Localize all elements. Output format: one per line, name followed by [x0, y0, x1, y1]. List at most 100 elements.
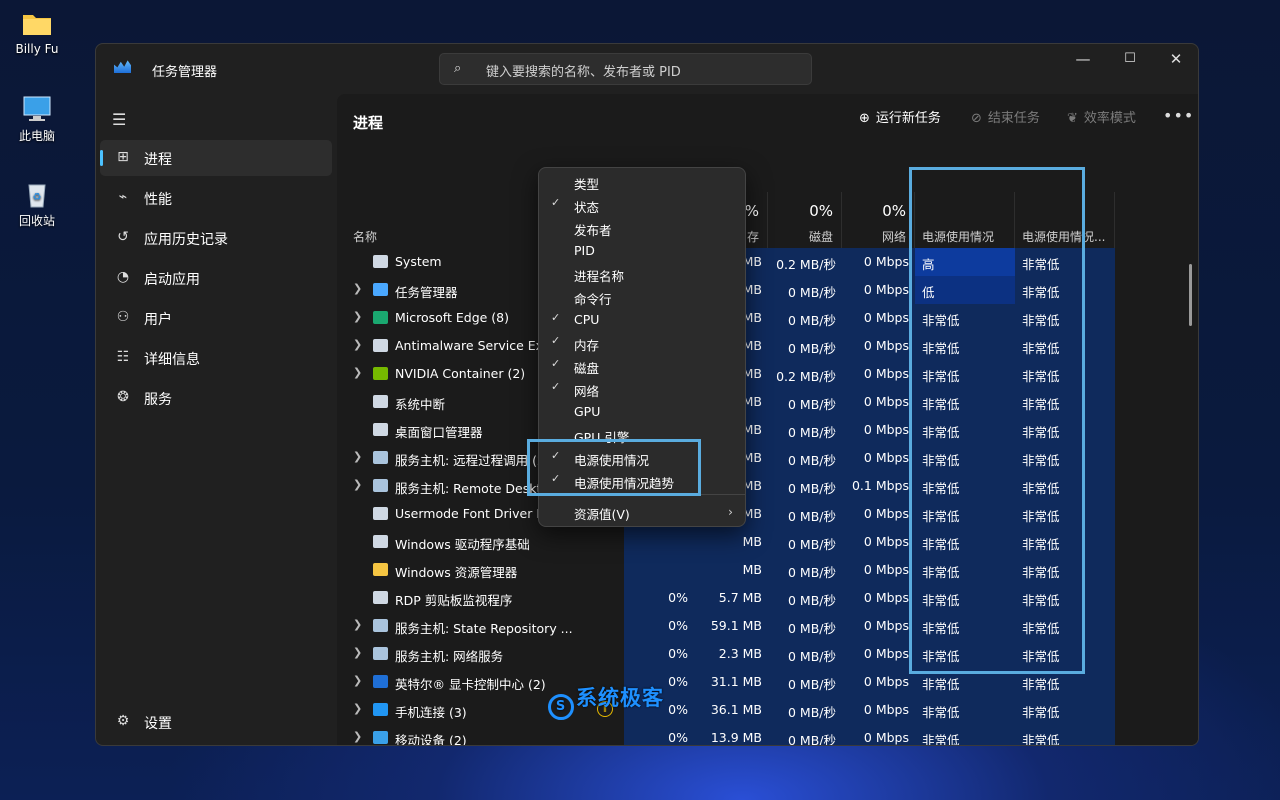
power-value: 非常低	[922, 677, 960, 692]
expand-chevron-icon[interactable]: ❯	[353, 282, 362, 295]
efficiency-mode-button[interactable]: ❦ 效率模式	[1067, 108, 1136, 130]
history-icon: ↺	[117, 229, 129, 245]
network-value: 0 Mbps	[863, 394, 909, 409]
menu-item[interactable]: PID	[539, 239, 745, 262]
run-new-task-button[interactable]: ⊕ 运行新任务	[859, 108, 941, 130]
menu-item[interactable]: ✓ 电源使用情况	[539, 446, 745, 469]
memory-value: MB	[742, 534, 762, 549]
menu-item[interactable]: ✓ 网络	[539, 377, 745, 400]
power-trend-value: 非常低	[1022, 369, 1060, 384]
details-icon: ☷	[116, 349, 130, 365]
table-row[interactable]: ❯ 任务管理器 MB 0 MB/秒 0 Mbps 低非常低	[337, 276, 1198, 304]
expand-chevron-icon[interactable]: ❯	[353, 450, 362, 463]
expand-chevron-icon[interactable]: ❯	[353, 702, 362, 715]
table-row[interactable]: Windows 资源管理器 MB 0 MB/秒 0 Mbps 非常低 非常低	[337, 556, 1198, 584]
menu-item-label: PID	[574, 243, 595, 258]
more-options-button[interactable]: •••	[1163, 106, 1194, 125]
end-task-button[interactable]: ⊘ 结束任务	[971, 108, 1040, 130]
sidebar: ☰ ⊞ 进程 ⌁ 性能 ↺ 应用历史记录 ◔ 启动应用 ⚇ 用户 ☷ 详细信息 …	[96, 94, 336, 745]
menu-item[interactable]: ✓ 电源使用情况趋势	[539, 469, 745, 492]
menu-item[interactable]: ✓ CPU	[539, 308, 745, 331]
efficiency-mode-label: 效率模式	[1083, 111, 1136, 126]
disk-value: 0 MB/秒	[788, 425, 836, 440]
disk-value: 0 MB/秒	[788, 705, 836, 720]
table-row[interactable]: ❯ 服务主机: State Repository ... 0% 59.1 MB 0 MB…	[337, 612, 1198, 640]
close-button[interactable]: ✕	[1153, 44, 1198, 76]
desktop-icon-folder[interactable]: Billy Fu	[2, 10, 72, 56]
table-row[interactable]: ❯ 服务主机: 远程过程调用 (2 MB 0 MB/秒 0 Mbps 非常低 非常低	[337, 444, 1198, 472]
process-icon	[373, 703, 388, 716]
process-name: Usermode Font Driver H	[395, 506, 546, 521]
sidebar-item-processes[interactable]: ⊞ 进程	[100, 140, 332, 176]
processes-icon: ⊞	[117, 149, 129, 165]
table-row[interactable]: 桌面窗口管理器 MB 0 MB/秒 0 Mbps 非常低 非常低	[337, 416, 1198, 444]
table-row[interactable]: ❯ 移动设备 (2) 0% 13.9 MB 0 MB/秒 0 Mbps 非常低 非常低	[337, 724, 1198, 745]
menu-item[interactable]: GPU	[539, 400, 745, 423]
hamburger-icon[interactable]: ☰	[112, 110, 126, 129]
table-row[interactable]: ❯ 服务主机: 网络服务 0% 2.3 MB 0 MB/秒 0 Mbps 非常低 非常低	[337, 640, 1198, 668]
menu-item[interactable]: 进程名称	[539, 262, 745, 285]
menu-item[interactable]: ✓ 内存	[539, 331, 745, 354]
maximize-button[interactable]: ☐	[1107, 44, 1153, 76]
search-input[interactable]: ⌕ 键入要搜索的名称、发布者或 PID	[439, 53, 812, 85]
column-disk[interactable]: 0% 磁盘	[768, 192, 842, 248]
expand-chevron-icon[interactable]: ❯	[353, 730, 362, 743]
desktop-icon-this-pc[interactable]: 此电脑	[2, 95, 72, 144]
menu-item[interactable]: GPU 引擎	[539, 423, 745, 446]
table-row[interactable]: ❯ NVIDIA Container (2) MB 0.2 MB/秒 0 Mbps 非常低…	[337, 360, 1198, 388]
expand-chevron-icon[interactable]: ❯	[353, 674, 362, 687]
menu-item[interactable]: ✓ 磁盘	[539, 354, 745, 377]
expand-chevron-icon[interactable]: ❯	[353, 366, 362, 379]
expand-chevron-icon[interactable]: ❯	[353, 338, 362, 351]
disk-value: 0 MB/秒	[788, 593, 836, 608]
menu-item-resource-values[interactable]: 资源值(V) ›	[539, 500, 745, 523]
table-row[interactable]: 系统中断 MB 0 MB/秒 0 Mbps 非常低 非常低	[337, 388, 1198, 416]
table-row[interactable]: ❯ Microsoft Edge (8) MB 0 MB/秒 0 Mbps 非常低 非常低	[337, 304, 1198, 332]
power-trend-value: 非常低	[1022, 649, 1060, 664]
process-icon	[373, 339, 388, 352]
menu-item[interactable]: 发布者	[539, 216, 745, 239]
menu-item-label: 电源使用情况趋势	[574, 476, 675, 491]
window-title: 任务管理器	[152, 65, 218, 80]
menu-item[interactable]: 类型	[539, 170, 745, 193]
power-value: 非常低	[922, 621, 960, 636]
column-power[interactable]: 电源使用情况	[915, 192, 1015, 248]
sidebar-item-services[interactable]: ❂ 服务	[100, 380, 332, 416]
power-trend-value: 非常低	[1022, 537, 1060, 552]
table-row[interactable]: System MB 0.2 MB/秒 0 Mbps 高非常低	[337, 248, 1198, 276]
menu-item[interactable]: ✓ 状态	[539, 193, 745, 216]
process-name: 系统中断	[395, 397, 446, 412]
sidebar-item-users[interactable]: ⚇ 用户	[100, 300, 332, 336]
sidebar-item-startup[interactable]: ◔ 启动应用	[100, 260, 332, 296]
cpu-value: 0%	[668, 646, 688, 661]
process-name: 服务主机: State Repository ...	[395, 621, 573, 636]
disk-value: 0 MB/秒	[788, 313, 836, 328]
process-icon	[373, 647, 388, 660]
table-row[interactable]: Windows 驱动程序基础 MB 0 MB/秒 0 Mbps 非常低 非常低	[337, 528, 1198, 556]
table-row[interactable]: ❯ 服务主机: Remote Deskto MB 0 MB/秒 0.1 Mbps 非常低非…	[337, 472, 1198, 500]
network-value: 0 Mbps	[863, 506, 909, 521]
table-row[interactable]: ❯ 英特尔® 显卡控制中心 (2) 0% 31.1 MB 0 MB/秒 0 Mbps 非常低…	[337, 668, 1198, 696]
column-network[interactable]: 0% 网络	[842, 192, 915, 248]
performance-icon: ⌁	[118, 189, 128, 205]
sidebar-item-performance[interactable]: ⌁ 性能	[100, 180, 332, 216]
sidebar-item-settings[interactable]: ⚙ 设置	[100, 704, 332, 740]
end-task-icon: ⊘	[971, 111, 982, 126]
table-row[interactable]: RDP 剪贴板监视程序 0% 5.7 MB 0 MB/秒 0 Mbps 非常低 非常低	[337, 584, 1198, 612]
expand-chevron-icon[interactable]: ❯	[353, 310, 362, 323]
expand-chevron-icon[interactable]: ❯	[353, 618, 362, 631]
expand-chevron-icon[interactable]: ❯	[353, 646, 362, 659]
sidebar-item-app-history[interactable]: ↺ 应用历史记录	[100, 220, 332, 256]
cpu-value: 0%	[668, 590, 688, 605]
sidebar-item-details[interactable]: ☷ 详细信息	[100, 340, 332, 376]
scrollbar[interactable]	[1189, 264, 1192, 326]
expand-chevron-icon[interactable]: ❯	[353, 478, 362, 491]
table-row[interactable]: Usermode Font Driver H MB 0 MB/秒 0 Mbps 非常低非…	[337, 500, 1198, 528]
process-icon	[373, 591, 388, 604]
table-row[interactable]: ❯ 手机连接 (3) ‖ 0% 36.1 MB 0 MB/秒 0 Mbps 非常低 非常低	[337, 696, 1198, 724]
desktop-icon-recycle-bin[interactable]: ♻ 回收站	[2, 180, 72, 229]
table-row[interactable]: ❯ Antimalware Service Exec MB 0 MB/秒 0 Mbps 非…	[337, 332, 1198, 360]
menu-item[interactable]: 命令行	[539, 285, 745, 308]
minimize-button[interactable]: —	[1060, 44, 1106, 76]
column-power-trend[interactable]: 电源使用情况...	[1015, 192, 1115, 248]
